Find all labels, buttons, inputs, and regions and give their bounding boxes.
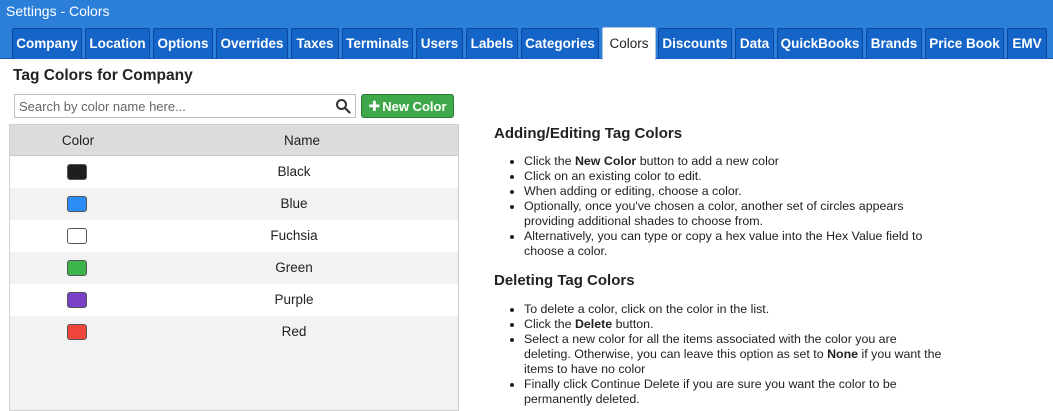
search-icon[interactable] <box>335 98 351 114</box>
window-title: Settings - Colors <box>0 0 1053 22</box>
help-item: Optionally, once you've chosen a color, … <box>524 199 944 229</box>
column-header-color[interactable]: Color <box>10 125 146 156</box>
tab-discounts[interactable]: Discounts <box>658 28 732 59</box>
color-swatch <box>67 196 87 212</box>
help-item-text: button. <box>612 317 654 331</box>
table-body: Black Blue Fuchsia Green Purple Red <box>10 156 458 348</box>
help-item: When adding or editing, choose a color. <box>524 184 944 199</box>
color-name: Blue <box>280 196 308 211</box>
help-item: Click the Delete button. <box>524 317 944 332</box>
help-item-text: Click on an existing color to edit. <box>524 169 702 183</box>
tab-labels[interactable]: Labels <box>466 28 518 59</box>
help-item-text: Optionally, once you've chosen a color, … <box>524 199 904 228</box>
tab-categories[interactable]: Categories <box>521 28 599 59</box>
table-row[interactable]: Black <box>10 156 458 188</box>
table-row[interactable]: Blue <box>10 188 458 220</box>
color-swatch <box>67 260 87 276</box>
table-row[interactable]: Purple <box>10 284 458 316</box>
plus-icon: ✚ <box>368 98 381 114</box>
help-item: Click the New Color button to add a new … <box>524 154 944 169</box>
help-item: Click on an existing color to edit. <box>524 169 944 184</box>
color-name: Fuchsia <box>270 228 318 243</box>
new-color-label: New Color <box>382 99 447 114</box>
new-color-button[interactable]: ✚ New Color <box>361 94 454 118</box>
tab-colors[interactable]: Colors <box>602 27 656 60</box>
search-input[interactable] <box>15 95 325 117</box>
help-deleting-list: To delete a color, click on the color in… <box>494 302 944 407</box>
help-item: Select a new color for all the items ass… <box>524 332 944 377</box>
column-header-name[interactable]: Name <box>146 125 458 156</box>
help-item-text: None <box>827 347 859 361</box>
tab-emv[interactable]: EMV <box>1007 28 1047 59</box>
help-adding-list: Click the New Color button to add a new … <box>494 154 944 259</box>
help-item-text: Finally click Continue Delete if you are… <box>524 377 897 406</box>
help-item-text: button to add a new color <box>636 154 779 168</box>
table-row[interactable]: Green <box>10 252 458 284</box>
colors-table: Color Name Black Blue Fuchsia Green Purple Re… <box>9 124 459 411</box>
color-name: Red <box>281 324 307 339</box>
help-item-text: Alternatively, you can type or copy a he… <box>524 229 923 258</box>
help-item: Finally click Continue Delete if you are… <box>524 377 944 407</box>
color-swatch <box>67 324 87 340</box>
help-item: To delete a color, click on the color in… <box>524 302 944 317</box>
table-row[interactable]: Fuchsia <box>10 220 458 252</box>
help-adding-title: Adding/Editing Tag Colors <box>494 125 683 142</box>
help-item-text: When adding or editing, choose a color. <box>524 184 742 198</box>
search-box <box>14 94 356 118</box>
color-name: Green <box>275 260 313 275</box>
color-swatch <box>67 164 87 180</box>
table-header: Color Name <box>10 125 458 156</box>
tab-users[interactable]: Users <box>416 28 463 59</box>
tab-quickbooks[interactable]: QuickBooks <box>777 28 863 59</box>
help-item-text: To delete a color, click on the color in… <box>524 302 770 316</box>
help-item-text: Click the <box>524 154 575 168</box>
help-item-text: Click the <box>524 317 575 331</box>
tab-brands[interactable]: Brands <box>866 28 922 59</box>
help-item-text: New Color <box>574 154 637 168</box>
tab-data[interactable]: Data <box>735 28 774 59</box>
tab-location[interactable]: Location <box>85 28 150 59</box>
tab-options[interactable]: Options <box>153 28 213 59</box>
page-title: Tag Colors for Company <box>13 67 193 84</box>
settings-tab-bar: Company Location Options Overrides Taxes… <box>0 22 1053 60</box>
help-deleting-title: Deleting Tag Colors <box>494 272 635 289</box>
table-row[interactable]: Red <box>10 316 458 348</box>
tab-company[interactable]: Company <box>12 28 82 59</box>
help-item-text: Delete <box>574 317 613 331</box>
tab-price-book[interactable]: Price Book <box>925 28 1004 59</box>
color-name: Purple <box>274 292 314 307</box>
help-item: Alternatively, you can type or copy a he… <box>524 229 944 259</box>
tab-taxes[interactable]: Taxes <box>291 28 339 59</box>
tab-overrides[interactable]: Overrides <box>216 28 288 59</box>
color-name: Black <box>277 164 311 179</box>
color-swatch <box>67 292 87 308</box>
tab-terminals[interactable]: Terminals <box>342 28 413 59</box>
color-swatch <box>67 228 87 244</box>
